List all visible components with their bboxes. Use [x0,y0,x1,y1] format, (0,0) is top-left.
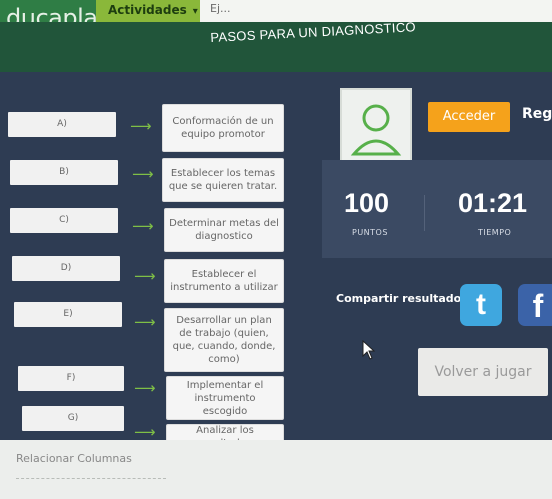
mouse-pointer-icon [362,340,376,360]
twitter-icon: t [476,288,486,321]
footer-divider [16,478,166,479]
answer-box-c[interactable]: Determinar metas del diagnostico [164,208,284,252]
facebook-icon: f [532,288,544,324]
facebook-share-button[interactable]: f [518,284,552,326]
answer-box-a[interactable]: Conformación de un equipo promotor [162,104,284,152]
letter-slot-f[interactable]: F) [18,366,124,391]
arrow-icon: ⟶ [130,117,152,135]
footer-area [0,440,552,499]
arrow-icon: ⟶ [134,313,156,331]
letter-slot-b[interactable]: B) [10,160,118,185]
chevron-down-icon: ▾ [192,6,198,17]
replay-button[interactable]: Volver a jugar [418,348,548,396]
letter-slot-e[interactable]: E) [14,302,122,327]
letter-slot-c[interactable]: C) [10,208,118,233]
answer-box-e[interactable]: Desarrollar un plan de trabajo (quien, q… [164,308,284,372]
arrow-icon: ⟶ [132,217,154,235]
letter-slot-a[interactable]: A) [8,112,116,137]
points-value: 100 [344,188,390,218]
arrow-icon: ⟶ [134,267,156,285]
register-link[interactable]: Regi [522,106,552,122]
share-label: Compartir resultado: [336,292,466,305]
twitter-share-button[interactable]: t [460,284,502,326]
login-button[interactable]: Acceder [428,102,510,132]
time-label: TIEMPO [478,228,512,237]
answer-box-f[interactable]: Implementar el instrumento escogido [166,376,284,420]
points-label: PUNTOS [352,228,388,237]
letter-slot-g[interactable]: G) [22,406,124,431]
answer-box-d[interactable]: Establecer el instrumento a utilizar [164,259,284,303]
user-avatar[interactable] [340,88,412,170]
letter-slot-d[interactable]: D) [12,256,120,281]
arrow-icon: ⟶ [134,379,156,397]
arrow-icon: ⟶ [134,423,156,441]
time-value: 01:21 [458,188,528,218]
score-divider [424,195,425,231]
user-icon [350,104,402,156]
activity-type-label: Relacionar Columnas [16,452,132,465]
nav-actividades-label: Actividades [108,3,187,17]
arrow-icon: ⟶ [132,165,154,183]
answer-box-b[interactable]: Establecer los temas que se quieren trat… [162,158,284,202]
